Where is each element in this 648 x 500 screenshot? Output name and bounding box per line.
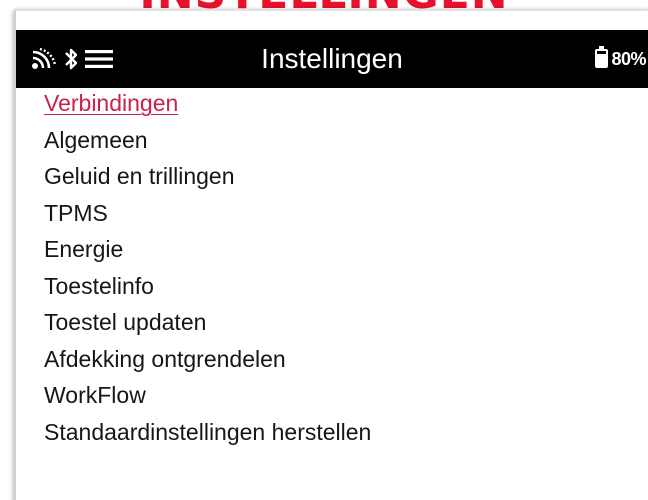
menu-item-toestel-updaten[interactable]: Toestel updaten (44, 307, 371, 344)
status-bar: Instellingen 80% (16, 30, 648, 88)
device-screen: Instellingen 80% Verbindingen Algemeen G… (14, 9, 648, 500)
battery-icon (595, 45, 609, 73)
menu-item-standaardinstellingen-herstellen[interactable]: Standaardinstellingen herstellen (44, 417, 371, 454)
menu-item-tpms[interactable]: TPMS (44, 198, 371, 235)
menu-item-energie[interactable]: Energie (44, 234, 371, 271)
menu-item-workflow[interactable]: WorkFlow (44, 380, 371, 417)
menu-item-toestelinfo[interactable]: Toestelinfo (44, 271, 371, 308)
menu-item-geluid-en-trillingen[interactable]: Geluid en trillingen (44, 161, 371, 198)
menu-item-verbindingen[interactable]: Verbindingen (44, 88, 371, 125)
menu-item-algemeen[interactable]: Algemeen (44, 125, 371, 162)
menu-item-afdekking-ontgrendelen[interactable]: Afdekking ontgrendelen (44, 344, 371, 381)
page: INSTELLINGEN (0, 0, 648, 500)
settings-menu: Verbindingen Algemeen Geluid en trilling… (44, 88, 371, 453)
battery-percent: 80% (611, 48, 646, 69)
screen-title: Instellingen (261, 43, 403, 74)
battery-status: 80% (595, 30, 646, 88)
